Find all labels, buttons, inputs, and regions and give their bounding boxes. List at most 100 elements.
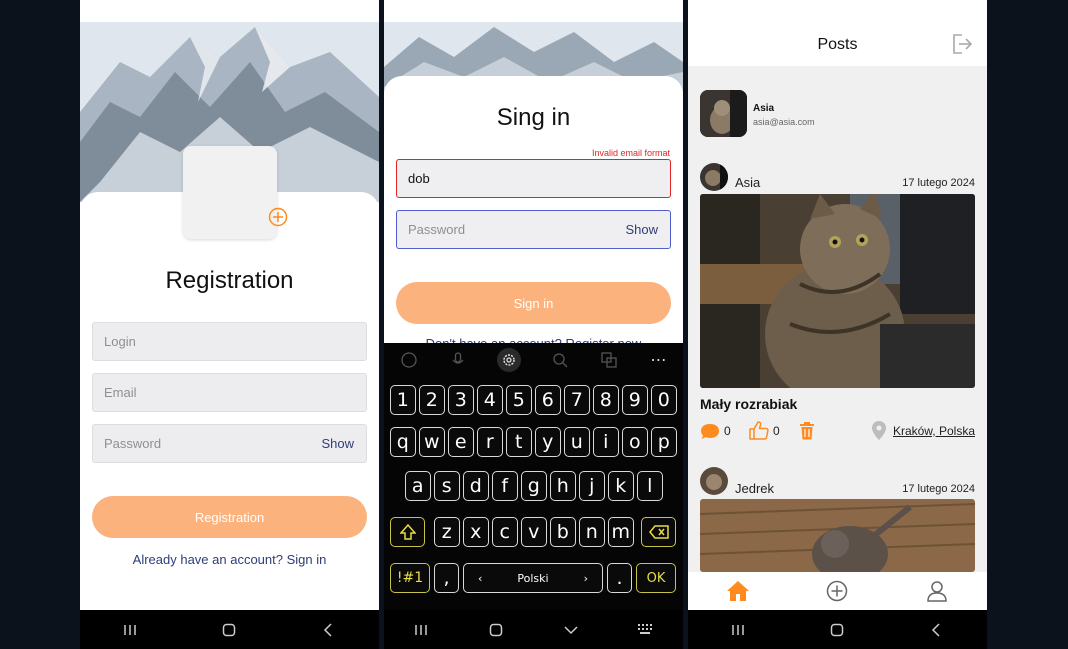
key-w[interactable]: w	[419, 427, 445, 457]
key-v[interactable]: v	[521, 517, 547, 547]
email-input[interactable]: Email	[92, 373, 367, 412]
settings-gear-icon[interactable]	[496, 348, 521, 372]
registration-button[interactable]: Registration	[92, 496, 367, 538]
system-navbar	[688, 610, 987, 649]
post-author-avatar[interactable]	[700, 467, 728, 495]
registration-screen: Registration Login Email Password Show R…	[80, 0, 379, 649]
tab-profile[interactable]	[907, 572, 967, 610]
key-a[interactable]: a	[405, 471, 431, 501]
microphone-icon[interactable]	[448, 350, 468, 370]
tab-home[interactable]	[708, 572, 768, 610]
key-r[interactable]: r	[477, 427, 503, 457]
post-location-link[interactable]: Kraków, Polska	[893, 424, 975, 438]
period-key[interactable]: .	[607, 563, 632, 593]
key-m[interactable]: m	[608, 517, 634, 547]
key-8[interactable]: 8	[593, 385, 619, 415]
key-c[interactable]: c	[492, 517, 518, 547]
key-7[interactable]: 7	[564, 385, 590, 415]
key-i[interactable]: i	[593, 427, 619, 457]
key-1[interactable]: 1	[390, 385, 416, 415]
profile-icon	[927, 581, 947, 602]
tab-add-post[interactable]	[807, 572, 867, 610]
avatar-upload[interactable]	[183, 146, 288, 239]
key-y[interactable]: y	[535, 427, 561, 457]
language-next-icon: ›	[583, 571, 588, 585]
comma-key[interactable]: ,	[434, 563, 459, 593]
post-date: 17 lutego 2024	[902, 177, 975, 189]
post-image[interactable]	[700, 194, 975, 388]
email-input[interactable]: dob	[396, 159, 671, 198]
recent-apps-icon[interactable]	[723, 618, 753, 642]
password-input[interactable]: Password Show	[92, 424, 367, 463]
key-3[interactable]: 3	[448, 385, 474, 415]
key-e[interactable]: e	[448, 427, 474, 457]
translate-icon[interactable]	[599, 350, 619, 370]
user-avatar[interactable]	[700, 90, 747, 137]
shift-key[interactable]	[390, 517, 425, 547]
key-f[interactable]: f	[492, 471, 518, 501]
symbols-key[interactable]: !#1	[390, 563, 430, 593]
key-l[interactable]: l	[637, 471, 663, 501]
key-n[interactable]: n	[579, 517, 605, 547]
key-4[interactable]: 4	[477, 385, 503, 415]
login-input[interactable]: Login	[92, 322, 367, 361]
posts-header: Posts	[688, 0, 987, 66]
key-g[interactable]: g	[521, 471, 547, 501]
key-0[interactable]: 0	[651, 385, 677, 415]
keyboard-switch-icon[interactable]	[631, 618, 661, 642]
show-password-button[interactable]: Show	[625, 222, 658, 237]
key-o[interactable]: o	[622, 427, 648, 457]
add-circle-icon[interactable]	[268, 207, 288, 227]
search-icon[interactable]	[550, 350, 570, 370]
system-navbar	[384, 610, 683, 649]
keyboard-toolbar: ⋯	[384, 343, 683, 377]
key-t[interactable]: t	[506, 427, 532, 457]
signin-link[interactable]: Already have an account? Sign in	[80, 552, 379, 567]
key-z[interactable]: z	[434, 517, 460, 547]
backspace-icon	[648, 525, 669, 539]
back-icon[interactable]	[922, 618, 952, 642]
key-u[interactable]: u	[564, 427, 590, 457]
recent-apps-icon[interactable]	[115, 618, 145, 642]
key-h[interactable]: h	[550, 471, 576, 501]
key-9[interactable]: 9	[622, 385, 648, 415]
key-j[interactable]: j	[579, 471, 605, 501]
post-caption: Mały rozrabiak	[700, 396, 798, 412]
like-icon[interactable]	[749, 421, 769, 440]
key-b[interactable]: b	[550, 517, 576, 547]
emoji-icon[interactable]	[399, 350, 419, 370]
password-placeholder: Password	[104, 436, 162, 451]
space-bar[interactable]: ‹ Polski ›	[463, 563, 603, 593]
ok-key[interactable]: OK	[636, 563, 676, 593]
key-d[interactable]: d	[463, 471, 489, 501]
backspace-key[interactable]	[641, 517, 676, 547]
home-nav-icon[interactable]	[822, 618, 852, 642]
key-k[interactable]: k	[608, 471, 634, 501]
delete-icon[interactable]	[799, 422, 815, 440]
recent-apps-icon[interactable]	[406, 618, 436, 642]
hide-keyboard-icon[interactable]	[556, 618, 586, 642]
comment-icon[interactable]	[700, 423, 720, 440]
post-author-avatar[interactable]	[700, 163, 728, 191]
show-password-button[interactable]: Show	[321, 436, 354, 451]
home-nav-icon[interactable]	[214, 618, 244, 642]
comment-count: 0	[724, 424, 731, 438]
key-2[interactable]: 2	[419, 385, 445, 415]
location-pin-icon	[872, 421, 886, 440]
more-options-icon[interactable]: ⋯	[648, 350, 668, 370]
signin-button[interactable]: Sign in	[396, 282, 671, 324]
password-placeholder: Password	[408, 222, 466, 237]
home-nav-icon[interactable]	[481, 618, 511, 642]
key-p[interactable]: p	[651, 427, 677, 457]
logout-icon[interactable]	[951, 33, 973, 55]
key-s[interactable]: s	[434, 471, 460, 501]
post-image[interactable]	[700, 499, 975, 572]
user-email: asia@asia.com	[753, 117, 815, 127]
key-5[interactable]: 5	[506, 385, 532, 415]
page-title: Registration	[165, 267, 294, 294]
password-input[interactable]: Password Show	[396, 210, 671, 249]
back-icon[interactable]	[314, 618, 344, 642]
key-x[interactable]: x	[463, 517, 489, 547]
key-q[interactable]: q	[390, 427, 416, 457]
key-6[interactable]: 6	[535, 385, 561, 415]
